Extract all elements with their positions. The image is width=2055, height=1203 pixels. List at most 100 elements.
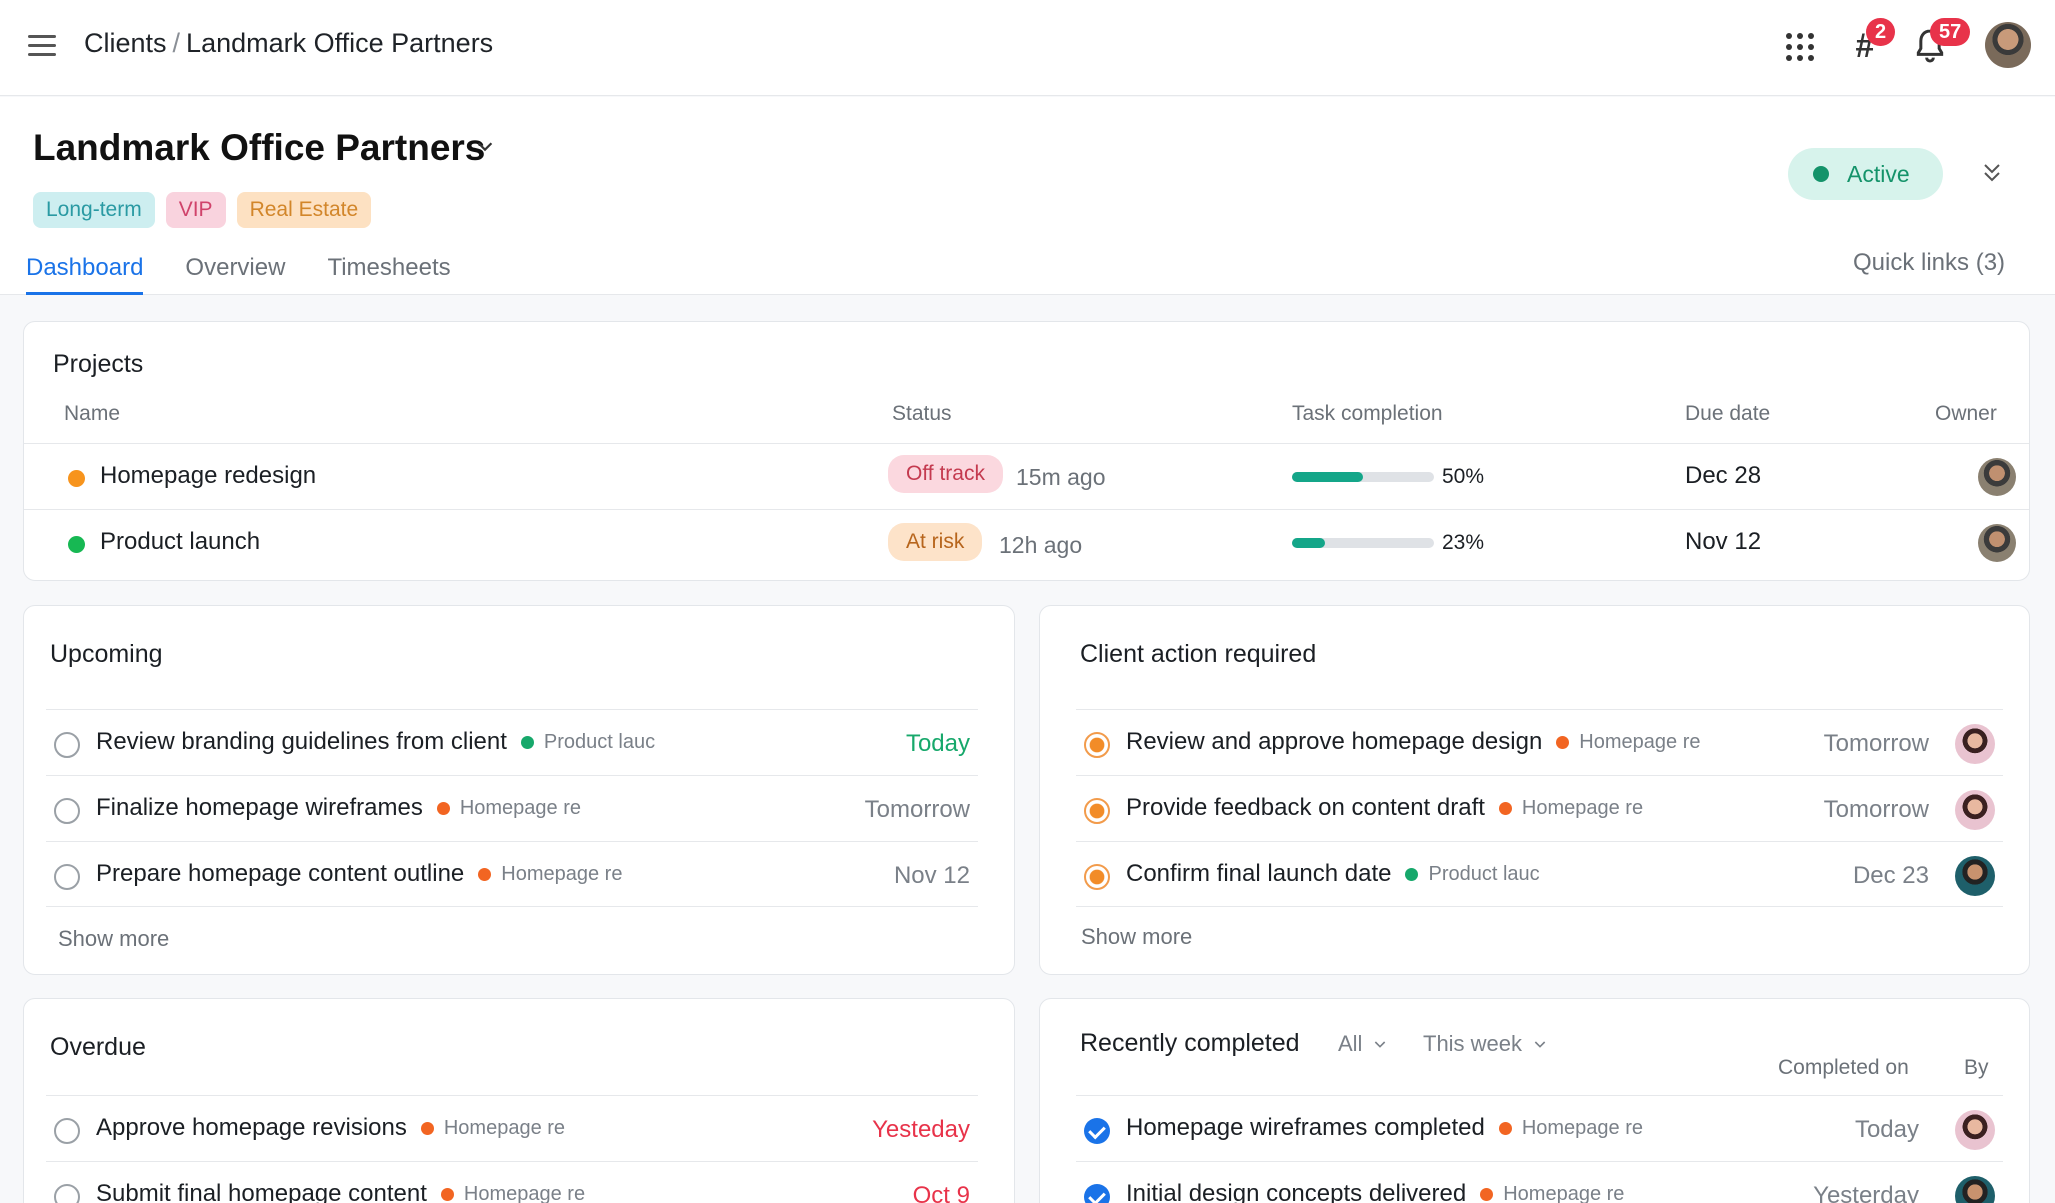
task-title[interactable]: Finalize homepage wireframes xyxy=(96,794,423,822)
chevron-down-icon[interactable] xyxy=(474,135,496,157)
tag-real-estate[interactable]: Real Estate xyxy=(236,192,372,228)
task-checkbox[interactable] xyxy=(54,798,80,824)
due-label: Dec 23 xyxy=(1852,862,1929,889)
show-more-link[interactable]: Show more xyxy=(58,926,169,952)
completed-check-icon[interactable] xyxy=(1084,1184,1110,1203)
tag-vip[interactable]: VIP xyxy=(165,192,226,228)
project-tag[interactable]: Homepage re xyxy=(1522,797,1643,820)
client-header: Landmark Office Partners Long-term VIP R… xyxy=(0,97,2055,295)
status-badge[interactable]: Active xyxy=(1788,148,1943,200)
completed-date: Yesterday xyxy=(1813,1182,1919,1203)
task-title[interactable]: Provide feedback on content draft xyxy=(1126,794,1485,822)
project-tag[interactable]: Homepage re xyxy=(464,1183,585,1203)
tab-timesheets[interactable]: Timesheets xyxy=(327,254,450,295)
avatar[interactable] xyxy=(1978,524,2016,562)
avatar[interactable] xyxy=(1955,790,1995,830)
task-title[interactable]: Submit final homepage content xyxy=(96,1180,427,1203)
task-checkbox[interactable] xyxy=(1084,864,1110,890)
filter-week-dropdown[interactable]: This week xyxy=(1423,1031,1548,1057)
project-tag[interactable]: Homepage re xyxy=(501,863,622,886)
project-tag[interactable]: Homepage re xyxy=(1522,1117,1643,1140)
tab-bar: Dashboard Overview Timesheets xyxy=(26,254,451,295)
project-name[interactable]: Homepage redesign xyxy=(100,462,316,490)
task-checkbox[interactable] xyxy=(1084,798,1110,824)
column-completed-on: Completed on xyxy=(1778,1056,1909,1079)
task-title[interactable]: Review and approve homepage design xyxy=(1126,728,1542,756)
breadcrumb-separator: / xyxy=(172,28,181,58)
due-label: Tomorrow xyxy=(1823,730,1929,757)
task-title[interactable]: Confirm final launch date xyxy=(1126,860,1391,888)
project-tag[interactable]: Homepage re xyxy=(1503,1183,1624,1203)
column-owner: Owner xyxy=(1935,402,1997,425)
task-checkbox[interactable] xyxy=(54,1184,80,1203)
list-item[interactable]: Approve homepage revisions Homepage re Ye… xyxy=(46,1095,978,1161)
task-title[interactable]: Review branding guidelines from client xyxy=(96,728,507,756)
project-name[interactable]: Product launch xyxy=(100,528,260,556)
task-checkbox[interactable] xyxy=(1084,732,1110,758)
table-row[interactable]: Homepage redesign Off track 15m ago 50% … xyxy=(24,443,2029,509)
list-item[interactable]: Submit final homepage content Homepage re… xyxy=(46,1161,978,1203)
filter-all-dropdown[interactable]: All xyxy=(1338,1031,1388,1057)
table-row[interactable]: Product launch At risk 12h ago 23% Nov 1… xyxy=(24,509,2029,575)
tag-long-term[interactable]: Long-term xyxy=(33,192,155,228)
list-item[interactable]: Homepage wireframes completed Homepage re… xyxy=(1076,1095,2003,1161)
filter-all-label: All xyxy=(1338,1031,1363,1056)
tab-dashboard[interactable]: Dashboard xyxy=(26,254,144,295)
client-action-list: Review and approve homepage design Homepa… xyxy=(1076,709,2003,907)
project-color-dot xyxy=(68,536,85,553)
chevron-down-icon xyxy=(1375,1041,1386,1048)
status-badge[interactable]: At risk xyxy=(888,523,983,561)
list-item[interactable]: Initial design concepts delivered Homepag… xyxy=(1076,1161,2003,1203)
task-title[interactable]: Approve homepage revisions xyxy=(96,1114,407,1142)
task-title[interactable]: Homepage wireframes completed xyxy=(1126,1114,1485,1142)
list-item[interactable]: Review and approve homepage design Homepa… xyxy=(1076,709,2003,775)
task-completion-percent: 23% xyxy=(1442,531,1485,554)
menu-icon[interactable] xyxy=(28,35,56,57)
tag-list: Long-term VIP Real Estate xyxy=(33,192,372,228)
column-by: By xyxy=(1964,1056,1989,1079)
project-tag[interactable]: Homepage re xyxy=(444,1117,565,1140)
quick-links-button[interactable]: Quick links (3) xyxy=(1853,249,2005,277)
progress-fill xyxy=(1292,472,1363,482)
status-badge[interactable]: Off track xyxy=(888,455,1003,493)
project-dot xyxy=(520,735,534,749)
show-more-link[interactable]: Show more xyxy=(1081,924,1192,950)
task-checkbox[interactable] xyxy=(54,1118,80,1144)
list-item[interactable]: Prepare homepage content outline Homepage… xyxy=(46,841,978,907)
task-title[interactable]: Prepare homepage content outline xyxy=(96,860,464,888)
list-item[interactable]: Finalize homepage wireframes Homepage re … xyxy=(46,775,978,841)
filter-week-label: This week xyxy=(1423,1031,1523,1056)
user-avatar[interactable] xyxy=(1985,22,2031,68)
task-checkbox[interactable] xyxy=(54,864,80,890)
avatar[interactable] xyxy=(1978,458,2016,496)
page-title: Landmark Office Partners xyxy=(33,127,486,168)
avatar[interactable] xyxy=(1955,724,1995,764)
tab-overview[interactable]: Overview xyxy=(185,254,285,295)
status-updated-time: 12h ago xyxy=(999,532,1083,558)
project-dot xyxy=(420,1121,434,1135)
list-item[interactable]: Review branding guidelines from client Pr… xyxy=(46,709,978,775)
project-tag[interactable]: Homepage re xyxy=(1579,731,1700,754)
task-checkbox[interactable] xyxy=(54,732,80,758)
list-item[interactable]: Confirm final launch date Product lauc De… xyxy=(1076,841,2003,907)
completed-check-icon[interactable] xyxy=(1084,1118,1110,1144)
due-label: Nov 12 xyxy=(893,862,970,889)
task-completion-percent: 50% xyxy=(1442,465,1485,488)
task-title[interactable]: Initial design concepts delivered xyxy=(1126,1180,1466,1203)
avatar[interactable] xyxy=(1955,1176,1995,1203)
project-tag[interactable]: Product lauc xyxy=(544,731,655,754)
apps-grid-icon[interactable] xyxy=(1780,26,1820,66)
project-color-dot xyxy=(68,470,85,487)
avatar[interactable] xyxy=(1955,856,1995,896)
avatar[interactable] xyxy=(1955,1110,1995,1150)
double-chevron-down-icon[interactable] xyxy=(1980,159,2004,187)
list-item[interactable]: Provide feedback on content draft Homepag… xyxy=(1076,775,2003,841)
project-tag[interactable]: Product lauc xyxy=(1428,863,1539,886)
due-date: Nov 12 xyxy=(1685,528,1762,555)
task-progress-bar xyxy=(1292,538,1434,548)
recently-completed-list: Homepage wireframes completed Homepage re… xyxy=(1076,1095,2003,1203)
breadcrumb-clients[interactable]: Clients xyxy=(84,28,167,58)
project-tag[interactable]: Homepage re xyxy=(460,797,581,820)
status-dot xyxy=(1813,166,1829,182)
projects-title: Projects xyxy=(53,350,144,378)
